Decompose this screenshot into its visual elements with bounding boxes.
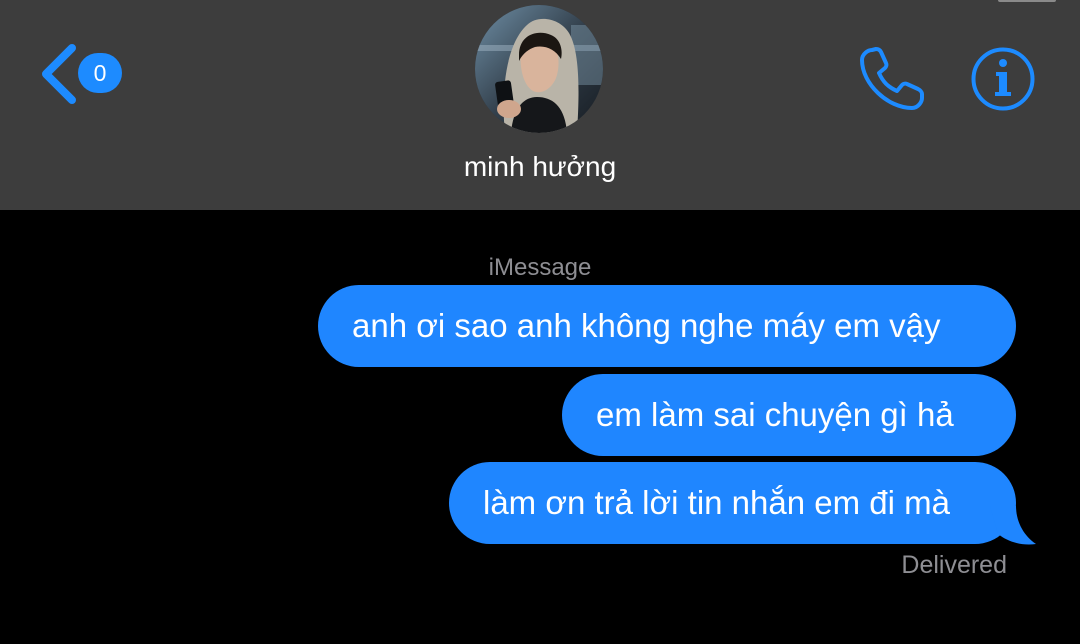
- chevron-left-icon: [42, 44, 76, 104]
- message-bubble-outgoing[interactable]: làm ơn trả lời tin nhắn em đi mà: [449, 462, 1016, 544]
- message-text: anh ơi sao anh không nghe máy em vậy: [352, 307, 941, 344]
- message-text: làm ơn trả lời tin nhắn em đi mà: [483, 484, 950, 521]
- info-button[interactable]: [970, 46, 1036, 112]
- contact-name[interactable]: minh hưởng: [340, 150, 740, 184]
- message-bubble-outgoing[interactable]: em làm sai chuyện gì hả: [562, 374, 1016, 456]
- avatar-image: [475, 5, 603, 133]
- messages-screen: 0 minh hưởng iMessage anh ơi sao anh khô…: [0, 0, 1080, 644]
- message-text: em làm sai chuyện gì hả: [596, 396, 954, 433]
- delivery-status: Delivered: [901, 551, 1007, 579]
- status-bar-indicator: [998, 0, 1056, 2]
- call-button[interactable]: [858, 44, 930, 112]
- bubble-tail: [990, 506, 1036, 545]
- back-button[interactable]: 0: [38, 44, 130, 104]
- info-icon: [971, 47, 1035, 111]
- phone-icon: [860, 47, 924, 110]
- avatar[interactable]: [475, 5, 603, 133]
- conversation-header: 0 minh hưởng: [0, 0, 1080, 210]
- unread-count-badge: 0: [78, 53, 122, 93]
- message-bubble-outgoing[interactable]: anh ơi sao anh không nghe máy em vậy: [318, 285, 1016, 367]
- service-label: iMessage: [488, 254, 592, 281]
